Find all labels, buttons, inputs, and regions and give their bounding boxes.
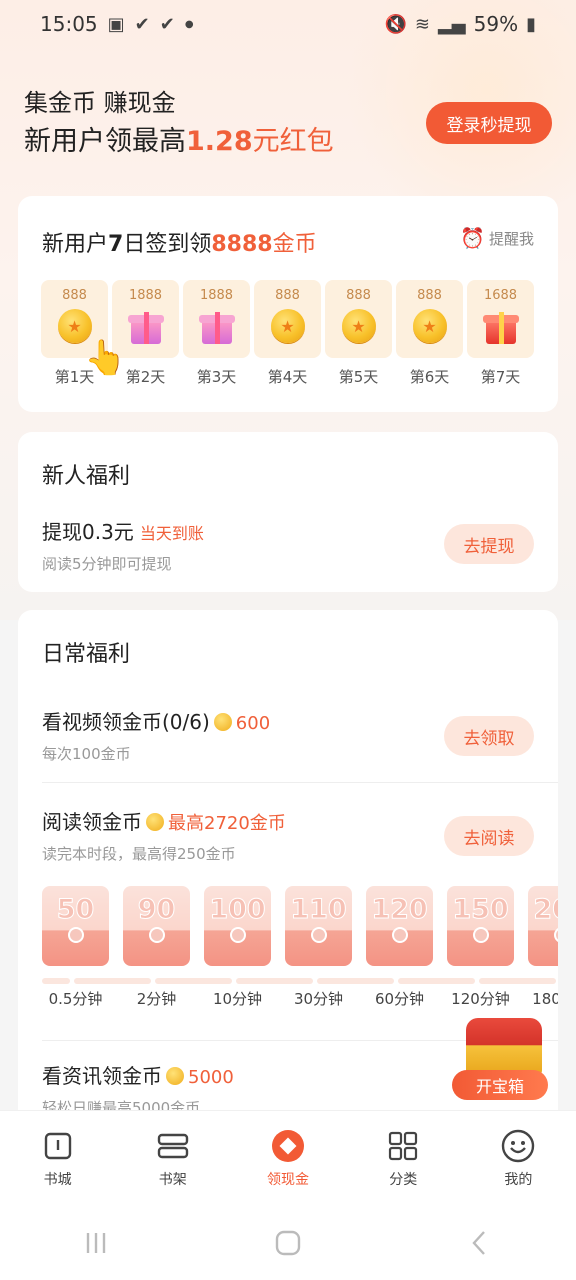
check-icon: ✔	[159, 13, 175, 35]
back-icon[interactable]	[460, 1223, 500, 1263]
reward-envelope[interactable]: 50 0.5分钟	[42, 886, 109, 1009]
status-time: 15:05	[40, 12, 98, 36]
treasure-chest-icon	[466, 1018, 542, 1078]
signin-day-6[interactable]: 888 ★ 第6天	[396, 280, 463, 387]
signin-card: 新用户7日签到领8888金币 ⏰ 提醒我 888 ★ 第1天 1888 第2天 1…	[18, 196, 558, 412]
smile-icon	[501, 1129, 535, 1163]
gift-icon	[127, 308, 165, 344]
reward-envelope[interactable]: 150 120分钟	[447, 886, 514, 1009]
read-task: 阅读领金币 最高2720金币 读完本时段，最高得250金币	[42, 810, 286, 863]
grid-icon	[386, 1129, 420, 1163]
recent-apps-icon[interactable]	[76, 1223, 116, 1263]
gift-icon	[482, 308, 520, 344]
section-title: 日常福利	[42, 642, 131, 667]
reward-envelope[interactable]: 110 30分钟	[285, 886, 352, 1009]
alarm-clock-icon: ⏰	[460, 226, 485, 250]
coin-icon: ★	[270, 309, 305, 343]
promo-header: 集金币 赚现金 新用户领最高1.28元红包	[24, 86, 334, 164]
treasure-chest-widget[interactable]: 开宝箱	[448, 1018, 558, 1102]
system-nav-bar	[0, 1206, 576, 1280]
signin-day-4[interactable]: 888 ★ 第4天	[254, 280, 321, 387]
go-read-button[interactable]: 去阅读	[444, 816, 534, 856]
claim-video-button[interactable]: 去领取	[444, 716, 534, 756]
home-icon[interactable]	[268, 1223, 308, 1263]
promo-subtitle: 新用户领最高1.28元红包	[24, 126, 334, 157]
signal-icon: ▂▄	[437, 13, 466, 35]
reading-reward-envelopes: 50 0.5分钟 90 2分钟 100 10分钟 110 30分钟 120 60分钟 15…	[42, 886, 558, 1022]
tab-category[interactable]: 分类	[346, 1111, 461, 1206]
promo-amount: 1.28	[186, 126, 253, 157]
newbie-benefits-card: 新人福利 提现0.3元 当天到账 阅读5分钟即可提现 去提现	[18, 432, 558, 592]
login-withdraw-button[interactable]: 登录秒提现	[426, 102, 552, 144]
wifi-icon: ≋	[414, 13, 430, 35]
coin-icon: ★	[341, 309, 376, 343]
bottom-tab-bar: 书城 书架 领现金 分类 我的	[0, 1110, 576, 1206]
signin-title: 新用户7日签到领8888金币	[42, 232, 317, 257]
battery-percent: 59%	[473, 12, 519, 36]
promo-title: 集金币 赚现金	[24, 89, 176, 117]
reading-progress-track	[42, 978, 558, 984]
battery-icon: ▮	[526, 13, 536, 35]
reward-envelope[interactable]: 120 60分钟	[366, 886, 433, 1009]
dot-icon: ●	[184, 18, 194, 30]
cash-icon	[271, 1129, 305, 1163]
reward-envelope[interactable]: 200180分钟	[528, 886, 558, 1009]
status-bar: 15:05 ▣ ✔ ✔ ● 🔇 ≋ ▂▄ 59% ▮	[0, 0, 576, 48]
open-chest-button[interactable]: 开宝箱	[452, 1070, 548, 1100]
tab-cash[interactable]: 领现金	[230, 1111, 345, 1206]
gold-coin-icon	[213, 713, 232, 731]
video-task: 看视频领金币(0/6) 600 每次100金币	[42, 710, 271, 763]
divider	[42, 782, 558, 783]
remind-me-button[interactable]: ⏰ 提醒我	[460, 226, 534, 250]
tab-bookshelf[interactable]: 书架	[115, 1111, 230, 1206]
coin-icon: ★	[412, 309, 447, 343]
bookshelf-icon	[156, 1129, 190, 1163]
signin-day-5[interactable]: 888 ★ 第5天	[325, 280, 392, 387]
gold-coin-icon	[146, 813, 164, 831]
withdraw-task: 提现0.3元 当天到账 阅读5分钟即可提现	[42, 520, 204, 573]
tab-bookstore[interactable]: 书城	[0, 1111, 115, 1206]
signin-day-7[interactable]: 1688 第7天	[467, 280, 534, 387]
book-icon	[41, 1129, 75, 1163]
section-title: 新人福利	[42, 464, 131, 489]
gallery-icon: ▣	[107, 13, 125, 35]
reward-envelope[interactable]: 100 10分钟	[204, 886, 271, 1009]
gold-coin-icon	[166, 1067, 184, 1085]
withdraw-button[interactable]: 去提现	[444, 524, 534, 564]
reward-envelope[interactable]: 90 2分钟	[123, 886, 190, 1009]
tab-profile[interactable]: 我的	[461, 1111, 576, 1206]
gift-icon	[198, 308, 236, 344]
mute-icon: 🔇	[384, 13, 407, 35]
signin-day-3[interactable]: 1888 第3天	[183, 280, 250, 387]
status-tag: 当天到账	[139, 524, 204, 543]
pointing-hand-icon: 👆	[84, 338, 127, 378]
check-icon: ✔	[134, 13, 150, 35]
